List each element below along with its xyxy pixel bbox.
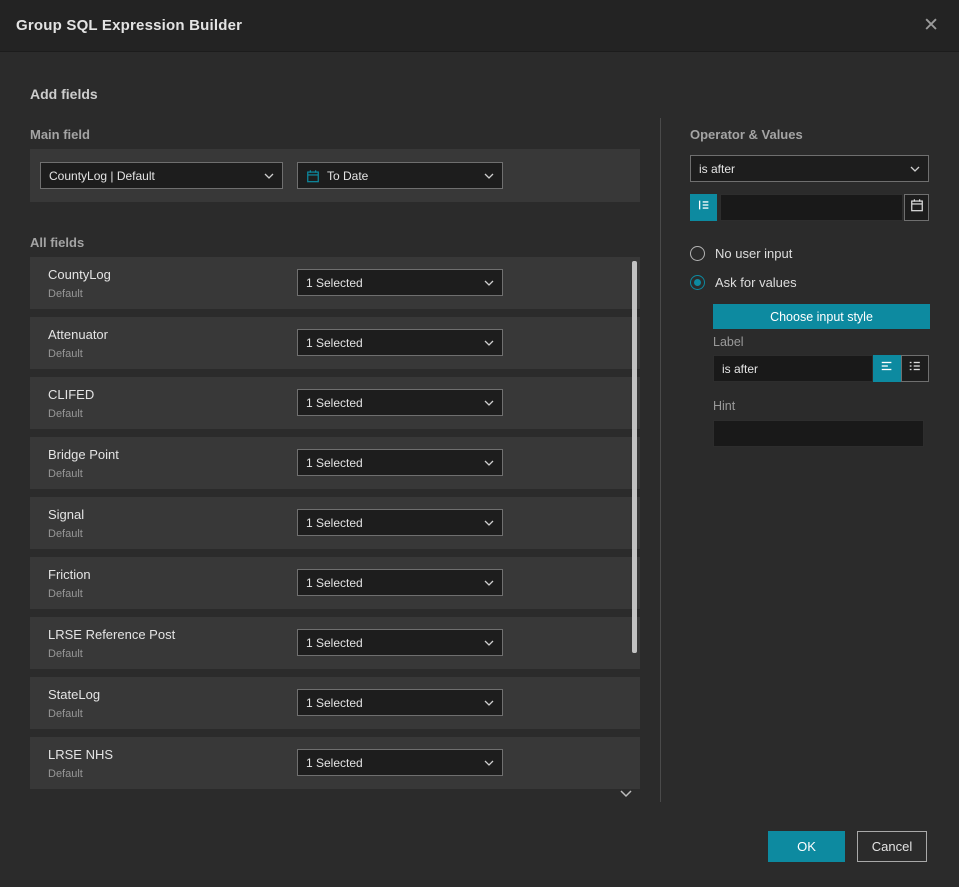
calendar-icon (910, 198, 924, 217)
label-input[interactable] (713, 355, 873, 382)
operator-values-label: Operator & Values (690, 127, 803, 142)
field-subtitle: Default (48, 528, 83, 540)
scroll-down-icon[interactable] (620, 785, 632, 803)
calendar-icon (306, 169, 320, 183)
all-fields-label: All fields (30, 235, 85, 250)
chevron-down-icon (484, 760, 494, 766)
field-subtitle: Default (48, 648, 83, 660)
text-lines-icon (880, 359, 894, 378)
field-values-select[interactable]: 1 Selected (297, 629, 503, 656)
text-input-style-button[interactable] (873, 355, 901, 382)
bullet-list-icon (908, 359, 922, 378)
value-input[interactable] (720, 194, 903, 221)
field-values-select-value: 1 Selected (306, 395, 363, 410)
field-values-select[interactable]: 1 Selected (297, 449, 503, 476)
field-subtitle: Default (48, 468, 83, 480)
field-values-select-value: 1 Selected (306, 455, 363, 470)
main-field-select[interactable]: CountyLog | Default (40, 162, 283, 189)
operator-select[interactable]: is after (690, 155, 929, 182)
field-subtitle: Default (48, 348, 83, 360)
column-divider (660, 118, 661, 802)
field-name: LRSE Reference Post (48, 627, 176, 642)
chevron-down-icon (484, 580, 494, 586)
field-values-select[interactable]: 1 Selected (297, 509, 503, 536)
close-icon[interactable]: ✕ (923, 16, 939, 35)
field-values-select[interactable]: 1 Selected (297, 569, 503, 596)
radio-circle-icon (690, 246, 705, 261)
field-values-select-value: 1 Selected (306, 335, 363, 350)
radio-ask-for-values[interactable]: Ask for values (690, 275, 797, 290)
field-values-select[interactable]: 1 Selected (297, 749, 503, 776)
chevron-down-icon (484, 280, 494, 286)
label-field-label: Label (713, 335, 744, 349)
field-name: Signal (48, 507, 85, 522)
field-name: Bridge Point (48, 447, 119, 462)
field-name: CountyLog (48, 267, 111, 282)
field-subtitle: Default (48, 408, 83, 420)
dialog-header: Group SQL Expression Builder ✕ (0, 0, 959, 52)
cancel-button[interactable]: Cancel (857, 831, 927, 862)
chevron-down-icon (484, 400, 494, 406)
field-subtitle: Default (48, 708, 83, 720)
field-row: CLIFED Default 1 Selected (30, 377, 640, 429)
chevron-down-icon (264, 173, 274, 179)
field-row: Attenuator Default 1 Selected (30, 317, 640, 369)
radio-no-user-input-label: No user input (715, 246, 793, 261)
field-row: StateLog Default 1 Selected (30, 677, 640, 729)
field-values-select-value: 1 Selected (306, 515, 363, 530)
hint-field-label: Hint (713, 399, 736, 413)
field-values-select-value: 1 Selected (306, 275, 363, 290)
field-subtitle: Default (48, 768, 83, 780)
date-field-select-value: To Date (327, 168, 369, 183)
field-name: Friction (48, 567, 91, 582)
choose-input-style-button[interactable]: Choose input style (713, 304, 930, 329)
chevron-down-icon (484, 520, 494, 526)
unique-values-button[interactable] (690, 194, 717, 221)
field-values-select-value: 1 Selected (306, 635, 363, 650)
field-row: Bridge Point Default 1 Selected (30, 437, 640, 489)
list-values-icon (697, 198, 711, 217)
main-field-label: Main field (30, 127, 90, 142)
chevron-down-icon (484, 173, 494, 179)
field-name: Attenuator (48, 327, 108, 342)
field-values-select[interactable]: 1 Selected (297, 269, 503, 296)
chevron-down-icon (484, 460, 494, 466)
field-subtitle: Default (48, 588, 83, 600)
main-field-select-value: CountyLog | Default (49, 168, 155, 183)
all-fields-list: CountyLog Default 1 Selected Attenuator … (30, 257, 640, 797)
date-field-select[interactable]: To Date (297, 162, 503, 189)
chevron-down-icon (910, 166, 920, 172)
field-values-select-value: 1 Selected (306, 695, 363, 710)
field-row: LRSE Reference Post Default 1 Selected (30, 617, 640, 669)
radio-selected-icon (690, 275, 705, 290)
chevron-down-icon (484, 340, 494, 346)
field-row: LRSE NHS Default 1 Selected (30, 737, 640, 789)
field-name: LRSE NHS (48, 747, 114, 762)
field-row: CountyLog Default 1 Selected (30, 257, 640, 309)
ok-button[interactable]: OK (768, 831, 845, 862)
main-field-panel: CountyLog | Default To Date (30, 149, 640, 202)
field-values-select-value: 1 Selected (306, 575, 363, 590)
dialog-title: Group SQL Expression Builder (16, 17, 243, 34)
radio-ask-for-values-label: Ask for values (715, 275, 797, 290)
add-fields-heading: Add fields (30, 86, 98, 102)
chevron-down-icon (484, 700, 494, 706)
field-name: StateLog (48, 687, 101, 702)
field-subtitle: Default (48, 288, 83, 300)
list-input-style-button[interactable] (901, 355, 929, 382)
list-scrollbar[interactable] (632, 261, 637, 653)
field-values-select[interactable]: 1 Selected (297, 329, 503, 356)
field-values-select[interactable]: 1 Selected (297, 689, 503, 716)
field-values-select[interactable]: 1 Selected (297, 389, 503, 416)
chevron-down-icon (484, 640, 494, 646)
field-row: Signal Default 1 Selected (30, 497, 640, 549)
hint-input[interactable] (713, 420, 924, 447)
field-row: Friction Default 1 Selected (30, 557, 640, 609)
field-name: CLIFED (48, 387, 95, 402)
radio-no-user-input[interactable]: No user input (690, 246, 792, 261)
field-values-select-value: 1 Selected (306, 755, 363, 770)
operator-select-value: is after (699, 161, 736, 176)
group-sql-expression-builder-dialog: Group SQL Expression Builder ✕ Add field… (0, 0, 959, 887)
date-picker-button[interactable] (904, 194, 929, 221)
